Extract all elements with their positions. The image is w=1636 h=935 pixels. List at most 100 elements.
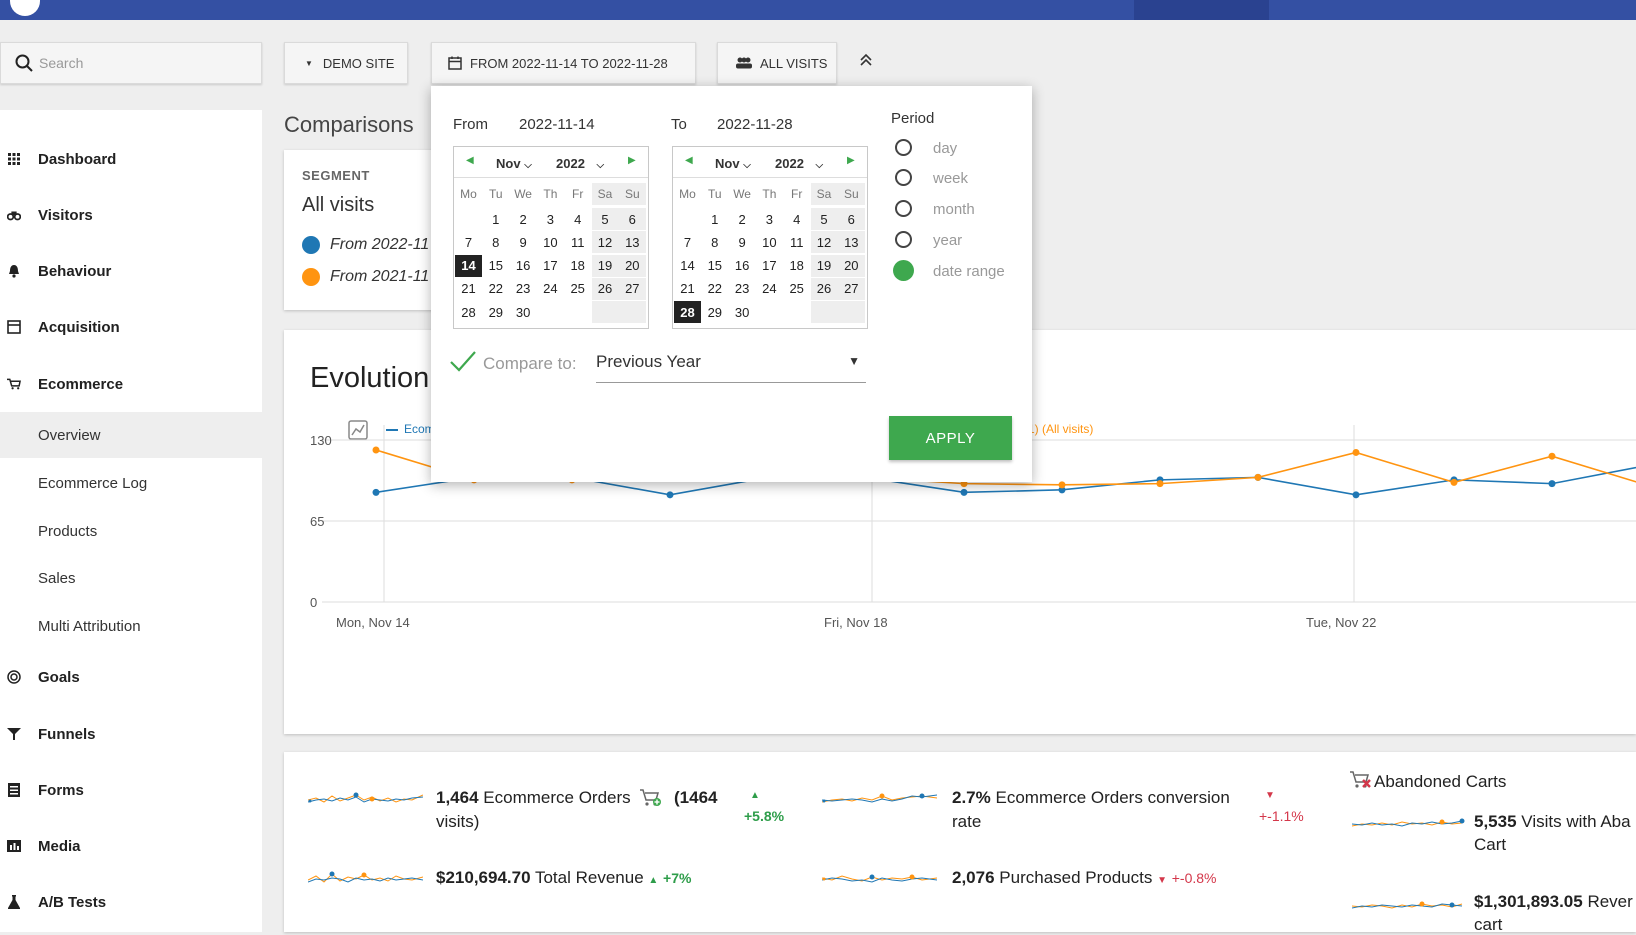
radio-button[interactable] xyxy=(895,139,912,156)
calendar-day[interactable]: 11 xyxy=(564,231,591,253)
calendar-day[interactable]: 6 xyxy=(837,208,865,231)
calendar-day[interactable]: 16 xyxy=(729,255,756,277)
calendar-day[interactable]: 22 xyxy=(482,278,509,300)
calendar-day[interactable]: 8 xyxy=(482,231,509,253)
sidebar-subitem-products[interactable]: Products xyxy=(0,511,262,551)
sidebar-subitem-sales[interactable]: Sales xyxy=(0,558,262,598)
sidebar-item-media[interactable]: Media xyxy=(0,826,262,866)
calendar-day[interactable]: 12 xyxy=(591,231,619,254)
sidebar-item-visitors[interactable]: Visitors xyxy=(0,195,262,235)
calendar-day[interactable]: 16 xyxy=(510,255,537,277)
logo[interactable] xyxy=(10,0,40,16)
calendar-day[interactable]: 24 xyxy=(537,278,564,300)
calendar-day[interactable]: 11 xyxy=(783,231,810,253)
site-selector-button[interactable]: ▼ DEMO SITE xyxy=(284,42,408,84)
sidebar-subitem-overview[interactable]: Overview xyxy=(0,412,262,458)
calendar-day[interactable]: 10 xyxy=(756,231,783,253)
calendar-day[interactable]: 18 xyxy=(564,255,591,277)
calendar-day[interactable]: 9 xyxy=(729,231,756,253)
sidebar-subitem-ecommerce-log[interactable]: Ecommerce Log xyxy=(0,463,262,503)
calendar-day[interactable]: 7 xyxy=(455,231,482,253)
compare-checkbox[interactable] xyxy=(449,350,477,379)
radio-button[interactable] xyxy=(895,169,912,186)
calendar-day[interactable]: 26 xyxy=(591,277,619,300)
calendar-day[interactable]: 28 xyxy=(455,301,482,323)
collapse-icon[interactable] xyxy=(858,52,878,72)
calendar-day[interactable]: 23 xyxy=(729,278,756,300)
calendar-day[interactable]: 14 xyxy=(674,255,701,277)
calendar-day[interactable]: 17 xyxy=(756,255,783,277)
calendar-day[interactable]: 12 xyxy=(810,231,838,254)
date-range-button[interactable]: FROM 2022-11-14 TO 2022-11-28 xyxy=(431,42,696,84)
calendar-day[interactable]: 7 xyxy=(674,231,701,253)
calendar-day[interactable]: 18 xyxy=(783,255,810,277)
kpi-abandoned-revenue[interactable]: $1,301,893.05 Rever xyxy=(1474,892,1633,912)
calendar-day[interactable]: 15 xyxy=(482,255,509,277)
radio-button[interactable] xyxy=(895,200,912,217)
kpi-orders[interactable]: 1,464 Ecommerce Orders xyxy=(436,788,631,808)
year-select[interactable]: 2022 ⌵ xyxy=(556,156,604,171)
prev-month-icon[interactable]: ◀ xyxy=(466,155,474,166)
sidebar-item-behaviour[interactable]: Behaviour xyxy=(0,251,262,291)
segment-button[interactable]: ALL VISITS xyxy=(717,42,837,84)
year-select[interactable]: 2022 ⌵ xyxy=(775,156,823,171)
sidebar-item-goals[interactable]: Goals xyxy=(0,657,262,697)
calendar-day[interactable]: 3 xyxy=(537,208,564,230)
prev-month-icon[interactable]: ◀ xyxy=(685,155,693,166)
month-select[interactable]: Nov ⌵ xyxy=(496,156,532,171)
kpi-products[interactable]: 2,076 Purchased Products ▼ +-0.8% xyxy=(952,868,1217,888)
apply-button[interactable]: APPLY xyxy=(889,416,1012,460)
calendar-day[interactable]: 23 xyxy=(510,278,537,300)
calendar-day[interactable]: 2 xyxy=(510,208,537,230)
calendar-day[interactable]: 1 xyxy=(701,208,728,230)
next-month-icon[interactable]: ▶ xyxy=(628,155,636,166)
sidebar-item-acquisition[interactable]: Acquisition xyxy=(0,307,262,347)
to-date-input[interactable]: 2022-11-28 xyxy=(717,116,793,133)
kpi-revenue[interactable]: $210,694.70 Total Revenue ▲ +7% xyxy=(436,868,691,888)
calendar-day[interactable]: 25 xyxy=(564,278,591,300)
kpi-conversion[interactable]: 2.7% Ecommerce Orders conversion xyxy=(952,788,1230,808)
calendar-day[interactable]: 2 xyxy=(729,208,756,230)
calendar-day[interactable]: 25 xyxy=(783,278,810,300)
calendar-day-selected[interactable]: 28 xyxy=(674,301,701,323)
calendar-day[interactable]: 26 xyxy=(810,277,838,300)
calendar-day[interactable]: 5 xyxy=(810,208,838,231)
calendar-day[interactable]: 20 xyxy=(618,254,646,277)
calendar-day-selected[interactable]: 14 xyxy=(455,254,482,277)
sidebar-item-ecommerce[interactable]: Ecommerce xyxy=(0,364,262,404)
calendar-day[interactable]: 6 xyxy=(618,208,646,231)
kpi-abandoned-visits[interactable]: 5,535 Visits with Aba xyxy=(1474,812,1631,832)
sidebar-item-forms[interactable]: Forms xyxy=(0,770,262,810)
next-month-icon[interactable]: ▶ xyxy=(847,155,855,166)
calendar-day[interactable]: 4 xyxy=(564,208,591,230)
calendar-day[interactable]: 15 xyxy=(701,255,728,277)
month-select[interactable]: Nov ⌵ xyxy=(715,156,751,171)
sidebar-subitem-multi-attribution[interactable]: Multi Attribution xyxy=(0,606,262,646)
radio-button[interactable] xyxy=(895,231,912,248)
sidebar-item-dashboard[interactable]: Dashboard xyxy=(0,139,262,179)
calendar-day[interactable]: 8 xyxy=(701,231,728,253)
compare-select[interactable]: Previous Year ▼ xyxy=(596,344,866,383)
calendar-day[interactable]: 19 xyxy=(810,254,838,277)
calendar-day[interactable]: 30 xyxy=(510,301,537,323)
calendar-day[interactable]: 3 xyxy=(756,208,783,230)
calendar-day[interactable]: 27 xyxy=(837,277,865,300)
calendar-day[interactable]: 20 xyxy=(837,254,865,277)
calendar-day[interactable]: 5 xyxy=(591,208,619,231)
calendar-day[interactable]: 4 xyxy=(783,208,810,230)
calendar-day[interactable]: 29 xyxy=(482,301,509,323)
calendar-day[interactable]: 29 xyxy=(701,301,728,323)
search-input[interactable]: Search xyxy=(0,42,262,84)
sidebar-item-ab-tests[interactable]: A/B Tests xyxy=(0,882,262,922)
calendar-day[interactable]: 13 xyxy=(837,231,865,254)
calendar-day[interactable]: 1 xyxy=(482,208,509,230)
calendar-day[interactable]: 22 xyxy=(701,278,728,300)
radio-button-selected[interactable] xyxy=(893,260,914,281)
calendar-day[interactable]: 21 xyxy=(674,278,701,300)
calendar-day[interactable]: 10 xyxy=(537,231,564,253)
calendar-day[interactable]: 24 xyxy=(756,278,783,300)
top-tab[interactable] xyxy=(1134,0,1269,20)
calendar-day[interactable]: 13 xyxy=(618,231,646,254)
calendar-day[interactable]: 27 xyxy=(618,277,646,300)
calendar-day[interactable]: 19 xyxy=(591,254,619,277)
